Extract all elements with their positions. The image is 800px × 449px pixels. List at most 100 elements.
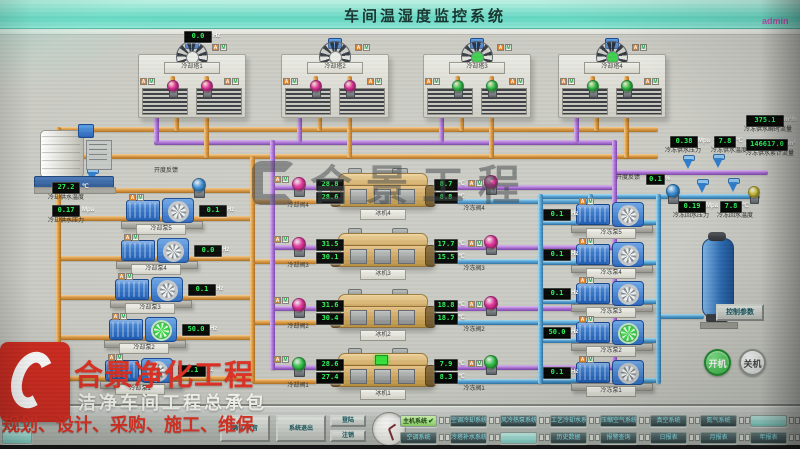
manual-indicator: M (433, 78, 440, 85)
auto-indicator: A (274, 356, 281, 363)
manual-indicator: M (476, 240, 483, 247)
pump-impeller (168, 201, 189, 222)
valve-wheel[interactable] (587, 80, 599, 92)
nav-indicator (539, 434, 544, 441)
nav-button[interactable]: 压缩空气系统 (600, 415, 637, 427)
nav-button[interactable]: 日报表 (650, 432, 687, 444)
chiller-unit[interactable]: 冰机1 (330, 353, 434, 401)
control-params-button[interactable]: 控制参数 (716, 304, 764, 321)
tower-freq-display: 0.0 (184, 31, 212, 43)
nav-indicator (795, 417, 800, 424)
chiller-chw-in-display: 8.3 (434, 372, 458, 384)
tower-label: 冷却塔2 (307, 62, 363, 74)
nav-indicator (489, 434, 494, 441)
valve-wheel[interactable] (192, 178, 206, 192)
auto-indicator: A (579, 238, 586, 245)
manual-indicator: M (282, 297, 289, 304)
chw-supply-pressure-unit: Mpa (698, 137, 710, 145)
chiller-label: 冰机3 (360, 269, 406, 280)
valve-wheel[interactable] (201, 80, 213, 92)
nav-button[interactable]: 报警查询 (600, 432, 637, 444)
chiller-unit[interactable]: 冰机2 (330, 294, 434, 342)
nav-button[interactable]: 空调系统 (400, 432, 437, 444)
auto-indicator: A (283, 78, 290, 85)
auto-indicator: A (274, 297, 281, 304)
pump-freq-display: 50.0 (182, 324, 210, 336)
nav-button[interactable] (750, 415, 787, 427)
auto-indicator: A (129, 194, 136, 201)
valve-wheel[interactable] (292, 237, 306, 251)
manual-indicator: M (587, 198, 594, 205)
nav-button[interactable]: 历史数据 (550, 432, 587, 444)
right-valve-feedback-value: 0.1 (646, 174, 665, 185)
pipe-segment (154, 140, 616, 145)
login-button[interactable]: 登陆 (330, 415, 366, 427)
nav-indicator (739, 417, 744, 424)
pump-motor (576, 244, 610, 265)
pump-freq-unit: Hz (210, 325, 217, 333)
manual-indicator: M (517, 78, 524, 85)
nav-button[interactable]: 年报表 (750, 432, 787, 444)
chiller-label: 冰机2 (360, 330, 406, 341)
nav-button[interactable]: 主机系统✔ (400, 415, 437, 427)
valve-wheel[interactable] (310, 80, 322, 92)
nav-button[interactable]: 真空系统 (650, 415, 687, 427)
cooling-tower[interactable]: AMAMAM冷却塔2 (281, 38, 387, 118)
valve-wheel[interactable] (486, 80, 498, 92)
valve-wheel[interactable] (292, 298, 306, 312)
valve-wheel[interactable] (167, 80, 179, 92)
motor-fins (579, 365, 607, 380)
valve-wheel[interactable] (452, 80, 464, 92)
pump-label: 冷冻泵1 (586, 386, 636, 397)
pump-impeller (618, 323, 639, 344)
chiller-control-box (350, 310, 367, 325)
valve-wheel[interactable] (748, 186, 760, 198)
manual-indicator: M (476, 360, 483, 367)
nav-button[interactable]: 风冷热泵系统 (500, 415, 537, 427)
chw-total-flow-value: 146617.0 (746, 139, 788, 151)
impeller-spokes (171, 204, 186, 219)
manual-indicator: M (282, 356, 289, 363)
valve-wheel[interactable] (484, 296, 498, 310)
start-button[interactable]: 开机 (704, 349, 731, 376)
valve-wheel[interactable] (666, 184, 680, 198)
chiller-control-box (350, 249, 367, 264)
pipe-segment (624, 112, 629, 158)
auto-indicator: A (509, 78, 516, 85)
nav-indicator (489, 417, 494, 424)
auto-indicator: A (124, 234, 131, 241)
chw-inst-flow-value: 375.1 (746, 115, 784, 127)
tank-cap-top (708, 232, 726, 241)
nav-button[interactable]: 月报表 (700, 432, 737, 444)
impeller-spokes (621, 248, 636, 263)
logout-button[interactable]: 注销 (330, 430, 366, 442)
valve-wheel[interactable] (484, 355, 498, 369)
nav-button[interactable] (500, 432, 537, 444)
nav-button[interactable]: 空调冷却系统 (450, 415, 487, 427)
nav-button[interactable]: 工艺冷却水系统 (550, 415, 587, 427)
tower-louver (562, 88, 608, 115)
chiller-unit[interactable]: 冰机3 (330, 233, 434, 281)
center-watermark-text: 合景工程 (310, 152, 534, 213)
valve-wheel[interactable] (292, 357, 306, 371)
chilled-valve-label: 冷冻阀3 (448, 266, 500, 273)
chiller-chw-out-unit: ℃ (458, 240, 465, 248)
valve-wheel[interactable] (621, 80, 633, 92)
cooling-tower[interactable]: AMAMAM冷却塔3 (423, 38, 529, 118)
nav-button[interactable]: 冷塔补水系统 (450, 432, 487, 444)
transmitter-icon (683, 159, 693, 169)
impeller-spokes (166, 244, 181, 259)
stop-button[interactable]: 关机 (739, 349, 766, 376)
cooling-tower[interactable]: AMAMAM冷却塔4 (558, 38, 664, 118)
cooling-tower[interactable]: AMAMAM冷却塔1 (138, 38, 244, 118)
chw-return-temp-value: 7.8 (720, 201, 742, 213)
system-exit-button[interactable]: 系统退出 (276, 415, 326, 442)
brand-tagline: 规划、设计、采购、施工、维保 (2, 411, 254, 437)
valve-wheel[interactable] (484, 235, 498, 249)
pump-freq-display: 0.1 (199, 205, 227, 217)
auto-indicator: A (579, 356, 586, 363)
nav-indicator (539, 417, 544, 424)
valve-wheel[interactable] (344, 80, 356, 92)
manual-indicator: M (640, 44, 647, 51)
nav-button[interactable]: 氮气系统 (700, 415, 737, 427)
